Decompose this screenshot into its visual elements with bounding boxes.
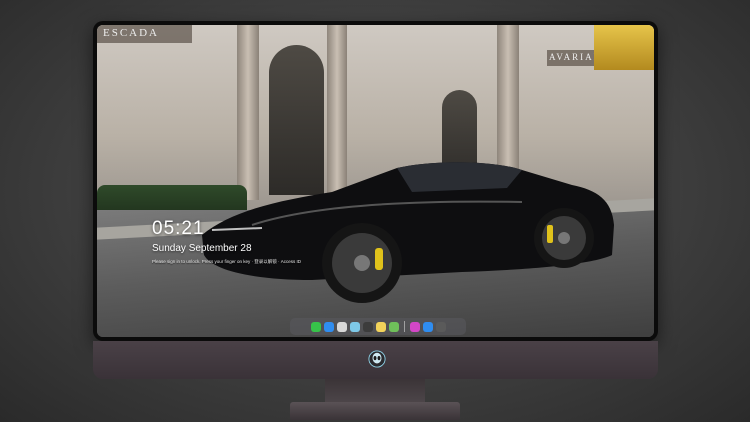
dock-separator [403, 321, 405, 332]
unlock-prompt[interactable]: Please sign in to unlock. Press your fin… [152, 259, 301, 265]
monitor-chin [93, 341, 658, 379]
car-image [202, 162, 614, 303]
camera-icon[interactable] [435, 321, 446, 332]
lock-clock: 05:21 [152, 218, 205, 239]
clock-icon[interactable] [336, 321, 347, 332]
notes-icon[interactable] [375, 321, 386, 332]
music-icon[interactable] [409, 321, 420, 332]
preview-icon[interactable] [388, 321, 399, 332]
stand-base [290, 402, 460, 420]
messages-icon[interactable] [310, 321, 321, 332]
app-store-icon[interactable] [422, 321, 433, 332]
sign-left: ESCADA [103, 27, 160, 39]
dock [290, 318, 466, 335]
clapper-icon[interactable] [362, 321, 373, 332]
lock-screen: ESCADA AVARIAN 05:21 Sunday September 28… [97, 25, 654, 337]
alien-logo-icon [368, 350, 386, 368]
photos-icon[interactable] [349, 321, 360, 332]
monitor-frame: ESCADA AVARIAN 05:21 Sunday September 28… [93, 21, 658, 341]
lock-date: Sunday September 28 [152, 243, 252, 254]
finder-icon[interactable] [323, 321, 334, 332]
